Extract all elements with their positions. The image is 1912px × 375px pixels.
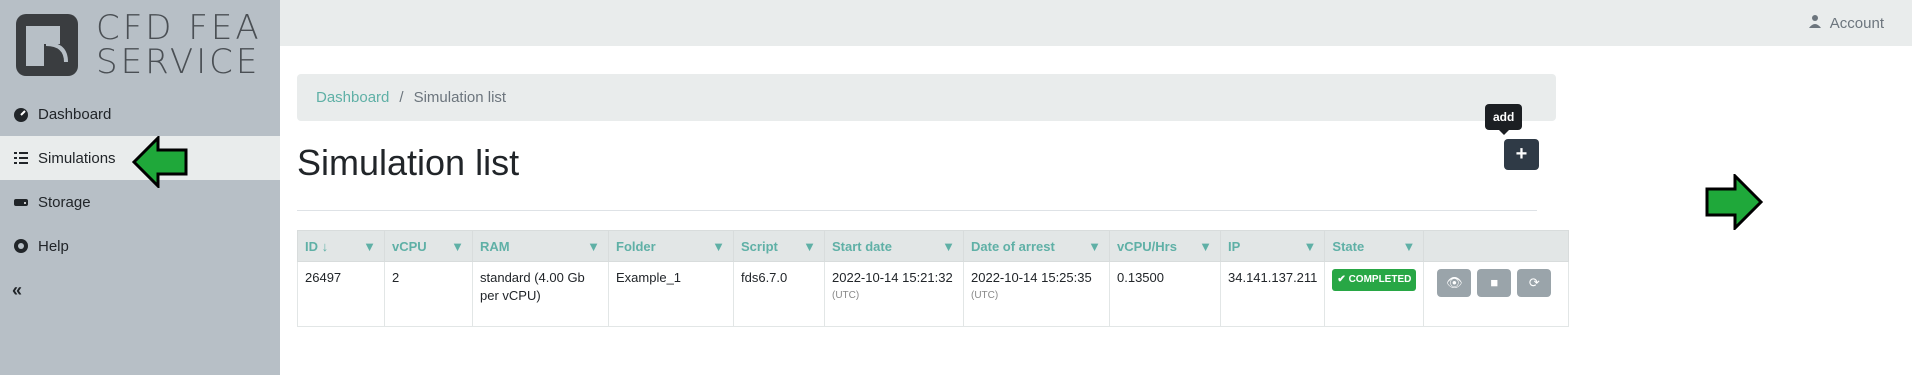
col-vcpu-label: vCPU xyxy=(392,238,427,254)
sidebar-item-label: Dashboard xyxy=(38,105,112,123)
col-ip-label: IP xyxy=(1228,238,1241,254)
brand-line2: SERVICE xyxy=(96,42,261,82)
breadcrumb-current: Simulation list xyxy=(413,89,507,106)
col-ip[interactable]: IP ▼ xyxy=(1219,230,1326,262)
breadcrumb-separator: / xyxy=(399,89,404,106)
col-id[interactable]: ID ↓ ▼ xyxy=(297,230,385,262)
cell-id: 26497 xyxy=(297,261,385,327)
filter-icon[interactable]: ▼ xyxy=(803,239,816,254)
sidebar: CFD FEA SERVICE Dashboard Simulations St… xyxy=(0,0,280,375)
check-icon: ✔ xyxy=(1337,274,1349,285)
brand-logo[interactable]: CFD FEA SERVICE xyxy=(0,0,280,90)
status-label: COMPLETED xyxy=(1348,274,1412,285)
col-start-label: Start date xyxy=(832,238,892,254)
col-id-label: ID xyxy=(305,238,318,254)
table-header-row: ID ↓ ▼ vCPU ▼ RAM ▼ Folder ▼ Script ▼ Start d… xyxy=(297,230,1570,262)
cell-ip: 34.141.137.211 xyxy=(1219,261,1326,327)
restart-button[interactable]: ⟳ xyxy=(1517,269,1552,297)
breadcrumb-dashboard-link[interactable]: Dashboard xyxy=(316,89,389,106)
view-button[interactable]: 👁 xyxy=(1437,269,1472,297)
simulation-table: ID ↓ ▼ vCPU ▼ RAM ▼ Folder ▼ Script ▼ Start d… xyxy=(297,230,1570,327)
sidebar-item-dashboard[interactable]: Dashboard xyxy=(0,92,280,136)
breadcrumb: Dashboard / Simulation list xyxy=(297,74,1556,121)
col-ram-label: RAM xyxy=(480,238,510,254)
col-arrest-label: Date of arrest xyxy=(971,238,1055,254)
col-folder[interactable]: Folder ▼ xyxy=(608,230,734,262)
filter-icon[interactable]: ▼ xyxy=(1088,239,1101,254)
col-state[interactable]: State ▼ xyxy=(1324,230,1425,262)
arrow-left-icon xyxy=(132,136,188,188)
drive-icon xyxy=(12,193,30,211)
col-folder-label: Folder xyxy=(616,238,656,254)
col-vcpu[interactable]: vCPU ▼ xyxy=(384,230,473,262)
cell-vcpu-hrs: 0.13500 xyxy=(1109,261,1221,327)
list-check-icon xyxy=(12,149,30,167)
cell-script: fds6.7.0 xyxy=(733,261,825,327)
filter-icon[interactable]: ▼ xyxy=(1304,239,1317,254)
sort-icon: ↓ xyxy=(321,238,329,254)
refresh-icon: ⟳ xyxy=(1528,275,1540,290)
add-simulation-button[interactable]: + xyxy=(1504,139,1539,170)
filter-icon[interactable]: ▼ xyxy=(1402,239,1415,254)
filter-icon[interactable]: ▼ xyxy=(712,239,725,254)
cell-start-date: 2022-10-14 15:21:32 (UTC) xyxy=(824,261,964,327)
arrest-date-value: 2022-10-14 15:25:35 xyxy=(971,270,1092,285)
logo-mark-icon xyxy=(16,14,78,76)
col-start-date[interactable]: Start date ▼ xyxy=(824,230,964,262)
col-vcpuhrs-label: vCPU/Hrs xyxy=(1117,238,1177,254)
table-row[interactable]: 26497 2 standard (4.00 Gb per vCPU) Exam… xyxy=(297,261,1570,327)
col-script[interactable]: Script ▼ xyxy=(733,230,825,262)
col-actions xyxy=(1423,230,1570,262)
brand-text: CFD FEA SERVICE xyxy=(96,11,262,79)
content-area: Dashboard / Simulation list Simulation l… xyxy=(280,46,1912,375)
col-vcpu-hrs[interactable]: vCPU/Hrs ▼ xyxy=(1109,230,1221,262)
add-tooltip: add xyxy=(1485,104,1523,135)
filter-icon[interactable]: ▼ xyxy=(451,239,464,254)
filter-icon[interactable]: ▼ xyxy=(942,239,955,254)
stop-button[interactable]: ■ xyxy=(1477,269,1512,297)
filter-icon[interactable]: ▼ xyxy=(363,239,376,254)
cell-vcpu: 2 xyxy=(384,261,473,327)
account-menu[interactable]: Account xyxy=(1808,14,1884,32)
col-script-label: Script xyxy=(741,238,778,254)
sidebar-item-label: Storage xyxy=(38,193,91,211)
cell-folder: Example_1 xyxy=(608,261,734,327)
divider xyxy=(297,210,1537,211)
lifebuoy-icon xyxy=(12,237,30,255)
start-date-tz: (UTC) xyxy=(832,290,860,301)
page-title: Simulation list xyxy=(297,142,520,183)
sidebar-item-label: Simulations xyxy=(38,149,116,167)
start-date-value: 2022-10-14 15:21:32 xyxy=(832,270,953,285)
cell-state: ✔ COMPLETED xyxy=(1324,261,1425,327)
account-label: Account xyxy=(1829,14,1884,32)
status-badge: ✔ COMPLETED xyxy=(1332,269,1417,291)
brand-line1: CFD FEA xyxy=(96,8,262,48)
arrest-date-tz: (UTC) xyxy=(971,290,999,301)
speedometer-icon xyxy=(12,105,30,123)
app: CFD FEA SERVICE Dashboard Simulations St… xyxy=(0,0,1912,375)
sidebar-item-help[interactable]: Help xyxy=(0,224,280,268)
cell-arrest-date: 2022-10-14 15:25:35 (UTC) xyxy=(963,261,1110,327)
eye-icon: 👁 xyxy=(1446,275,1463,290)
sidebar-collapse-button[interactable]: « xyxy=(12,280,22,301)
user-icon xyxy=(1808,14,1822,32)
cell-actions: 👁 ■ ⟳ xyxy=(1423,261,1570,327)
filter-icon[interactable]: ▼ xyxy=(1199,239,1212,254)
cell-ram: standard (4.00 Gb per vCPU) xyxy=(472,261,609,327)
stop-icon: ■ xyxy=(1490,275,1499,290)
sidebar-item-label: Help xyxy=(38,237,69,255)
filter-icon[interactable]: ▼ xyxy=(587,239,600,254)
col-arrest-date[interactable]: Date of arrest ▼ xyxy=(963,230,1110,262)
main: Account Dashboard / Simulation list Simu… xyxy=(280,0,1912,375)
topbar: Account xyxy=(280,0,1912,46)
col-state-label: State xyxy=(1332,238,1365,254)
arrow-right-icon xyxy=(1705,174,1763,230)
col-ram[interactable]: RAM ▼ xyxy=(472,230,609,262)
